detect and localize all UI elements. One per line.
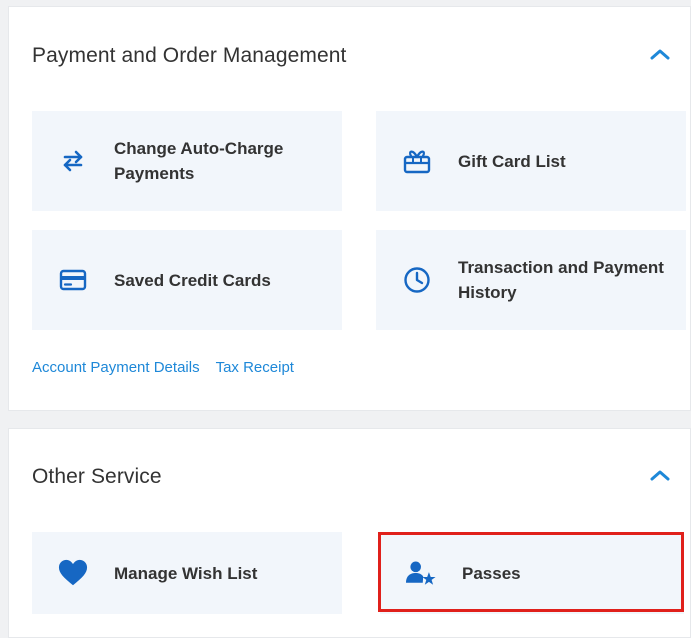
user-star-icon: [406, 558, 436, 588]
other-service-title: Other Service: [32, 465, 162, 488]
passes-label: Passes: [462, 563, 521, 583]
other-service-panel: Other Service Manage Wish List Passes: [8, 428, 691, 638]
saved-credit-cards-card[interactable]: Saved Credit Cards: [32, 230, 342, 330]
heart-icon: [58, 558, 88, 588]
clock-icon: [402, 265, 432, 295]
chevron-up-icon: [650, 470, 670, 481]
payment-section-title: Payment and Order Management: [32, 44, 347, 67]
manage-wish-list-label: Manage Wish List: [114, 563, 258, 583]
change-auto-charge-payments-card[interactable]: Change Auto-Charge Payments: [32, 111, 342, 211]
manage-wish-list-card[interactable]: Manage Wish List: [32, 532, 342, 614]
transaction-payment-history-card[interactable]: Transaction and Payment History: [376, 230, 686, 330]
payment-section-collapse-toggle[interactable]: [648, 44, 672, 64]
change-auto-charge-payments-label: Change Auto-Charge Payments: [114, 139, 284, 183]
gift-card-list-label: Gift Card List: [458, 151, 566, 171]
other-service-collapse-toggle[interactable]: [648, 465, 672, 485]
chevron-up-icon: [650, 49, 670, 60]
passes-card[interactable]: Passes: [380, 532, 684, 614]
payment-links: Account Payment Details Tax Receipt: [32, 359, 310, 376]
tax-receipt-link[interactable]: Tax Receipt: [216, 359, 294, 376]
swap-arrows-icon: [58, 146, 88, 176]
payment-order-management-panel: Payment and Order Management Change Auto…: [8, 6, 691, 411]
gift-card-icon: [402, 146, 432, 176]
credit-card-icon: [58, 265, 88, 295]
transaction-payment-history-label: Transaction and Payment History: [458, 258, 664, 302]
account-payment-details-link[interactable]: Account Payment Details: [32, 359, 200, 376]
saved-credit-cards-label: Saved Credit Cards: [114, 270, 271, 290]
gift-card-list-card[interactable]: Gift Card List: [376, 111, 686, 211]
